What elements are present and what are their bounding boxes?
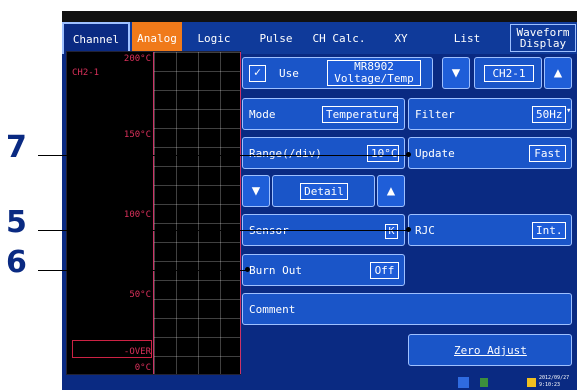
tab-pulse-label: Pulse	[259, 31, 293, 45]
warning-icon	[527, 378, 536, 387]
update-label: Update	[415, 147, 455, 160]
instrument-screen: Channel Analog Logic Pulse CH Calc. XY L…	[62, 11, 577, 390]
detail-panel[interactable]: Detail	[272, 175, 375, 207]
y-label-50: 50°C	[129, 290, 151, 300]
sensor-select[interactable]: K	[385, 224, 398, 239]
triangle-down-icon: ▼	[251, 183, 261, 199]
triangle-up-icon: ▲	[553, 65, 563, 81]
callout-5: 5	[6, 205, 27, 240]
y-label-0: 0°C	[134, 363, 151, 373]
storage-icon	[480, 378, 488, 387]
mode-select[interactable]: Temperature	[322, 106, 399, 123]
tab-pulse[interactable]: Pulse	[246, 22, 306, 54]
detail-collapse-button[interactable]: ▼	[242, 175, 270, 207]
status-bar: 2012/09/27 9:10:23	[62, 375, 577, 390]
tab-xy[interactable]: XY	[372, 22, 430, 54]
waveform-graph: CH2-1 200°C 150°C 100°C 50°C -OVER 0°C	[66, 51, 241, 375]
mode-panel[interactable]: Mode Temperature	[242, 98, 405, 130]
tab-logic-label: Logic	[197, 31, 231, 45]
burnout-panel[interactable]: Burn Out Off	[242, 254, 405, 286]
tab-channel[interactable]: Channel	[62, 22, 130, 54]
tab-analog-label: Analog	[137, 31, 177, 45]
range-panel[interactable]: Range(/div) 10°C	[242, 137, 405, 169]
comment-label: Comment	[249, 303, 296, 316]
tab-list-label: List	[453, 31, 481, 45]
zero-adjust-panel[interactable]: Zero Adjust	[408, 334, 572, 366]
zero-adjust-button[interactable]: Zero Adjust	[454, 344, 527, 357]
y-label-200: 200°C	[123, 54, 151, 64]
rjc-label: RJC	[415, 224, 435, 237]
filter-select[interactable]: 50Hz	[532, 106, 566, 123]
y-label-150: 150°C	[123, 130, 151, 140]
filter-label: Filter	[415, 108, 455, 121]
mode-label: Mode	[249, 108, 276, 121]
callout-6-dot	[245, 267, 250, 272]
tab-analog[interactable]: Analog	[132, 22, 182, 54]
rjc-select[interactable]: Int.	[532, 222, 566, 239]
burnout-select[interactable]: Off	[370, 262, 399, 279]
graph-channel-label: CH2-1	[72, 68, 100, 78]
callout-5-dot	[406, 227, 411, 232]
tab-channel-label: Channel	[72, 32, 120, 46]
module-type: Voltage/Temp	[334, 72, 414, 85]
tab-waveform-display[interactable]: Waveform Display	[510, 24, 576, 52]
tab-ch-calc-label: CH Calc.	[312, 31, 366, 45]
tab-xy-label: XY	[394, 31, 408, 45]
tab-list[interactable]: List	[432, 22, 502, 54]
triangle-up-icon: ▲	[386, 183, 396, 199]
channel-prev-button[interactable]: ▼	[442, 57, 470, 89]
graph-grid	[153, 52, 241, 374]
detail-expand-button[interactable]: ▲	[377, 175, 405, 207]
update-panel[interactable]: Update Fast	[408, 137, 572, 169]
rjc-panel[interactable]: RJC Int.	[408, 214, 572, 246]
tab-logic[interactable]: Logic	[184, 22, 244, 54]
filter-panel[interactable]: Filter 50Hz ▾	[408, 98, 572, 130]
clock-date: 2012/09/27	[539, 375, 570, 381]
update-select[interactable]: Fast	[529, 145, 566, 162]
top-strip	[62, 11, 577, 22]
channel-select[interactable]: CH2-1	[484, 65, 534, 82]
range-select[interactable]: 10°C	[367, 145, 399, 162]
use-label: Use	[279, 67, 299, 80]
y-label-100: 100°C	[123, 210, 151, 220]
callout-7-leader	[38, 155, 408, 156]
sd-card-icon	[458, 377, 469, 388]
channel-next-button[interactable]: ▲	[544, 57, 572, 89]
channel-select-panel[interactable]: CH2-1	[474, 57, 542, 89]
callout-5-leader	[38, 230, 408, 231]
tab-ch-calc[interactable]: CH Calc.	[308, 22, 370, 54]
range-label: Range(/div)	[249, 147, 322, 160]
dropdown-arrow-icon: ▾	[566, 106, 572, 116]
comment-panel[interactable]: Comment	[242, 293, 572, 325]
callout-7-dot	[406, 152, 411, 157]
triangle-down-icon: ▼	[451, 65, 461, 81]
clock: 2012/09/27 9:10:23	[539, 375, 569, 389]
detail-button[interactable]: Detail	[300, 183, 348, 200]
use-checkbox[interactable]: ✓	[249, 65, 266, 82]
clock-time: 9:10:23	[539, 382, 561, 388]
callout-6-leader	[38, 270, 248, 271]
callout-7: 7	[6, 130, 27, 165]
y-label-over: -OVER	[123, 347, 151, 357]
use-panel[interactable]: ✓ Use MR8902 Voltage/Temp	[242, 57, 433, 89]
burnout-label: Burn Out	[249, 264, 302, 277]
tab-waveform-display-label: Waveform Display	[516, 26, 570, 50]
module-info: MR8902 Voltage/Temp	[327, 60, 421, 86]
callout-6: 6	[6, 245, 27, 280]
